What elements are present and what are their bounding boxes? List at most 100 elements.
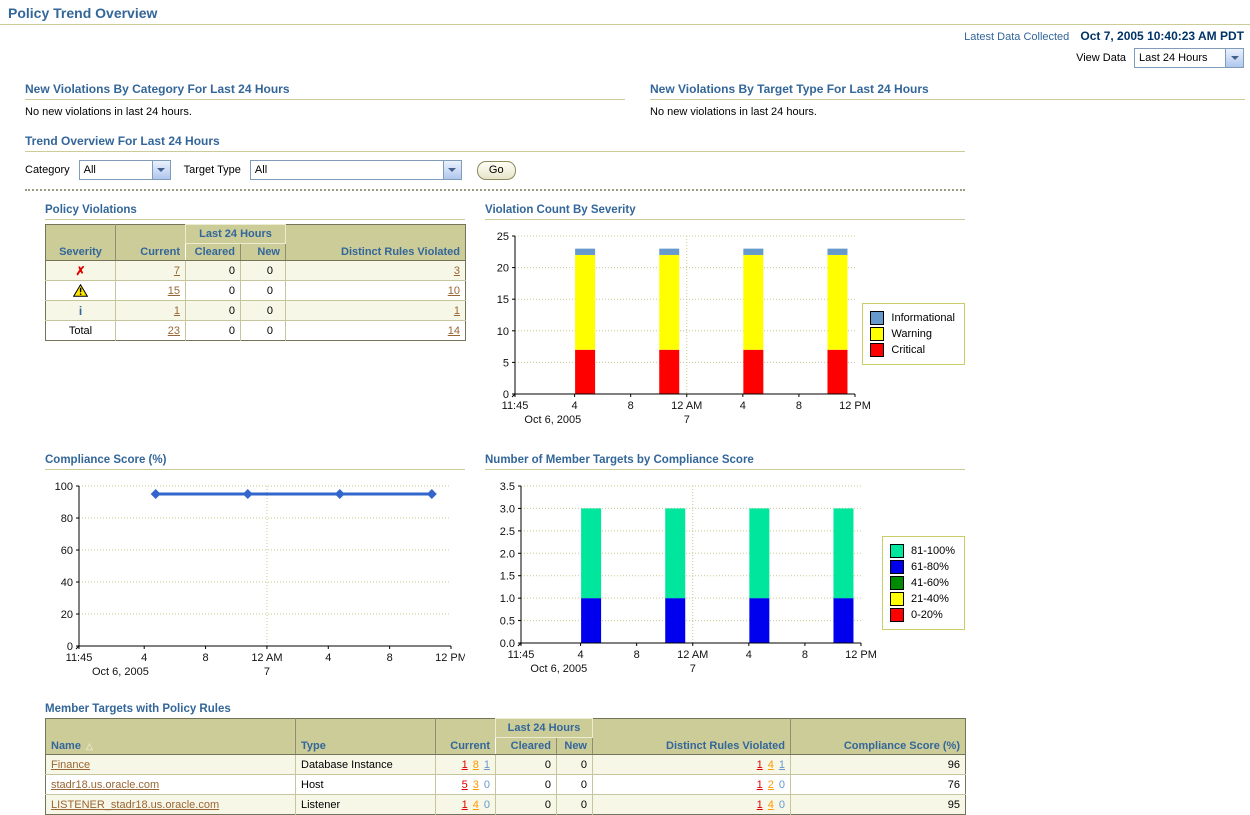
member-target-row: stadr18.us.oracle.comHost5300012076: [46, 775, 966, 795]
distinct-rules-link[interactable]: 1: [757, 779, 763, 791]
new-count: 0: [581, 759, 587, 771]
distinct-rules-link[interactable]: 10: [448, 285, 460, 297]
new-count: 0: [581, 799, 587, 811]
legend-item: Warning: [870, 327, 955, 341]
by-category-empty-text: No new violations in last 24 hours.: [25, 100, 625, 118]
legend-swatch: [870, 343, 884, 357]
current-violation-count-link[interactable]: 3: [473, 779, 479, 791]
distinct-rules-link[interactable]: 14: [448, 325, 460, 337]
legend-label: 41-60%: [911, 577, 949, 589]
category-select[interactable]: All: [79, 160, 171, 180]
target-name-link[interactable]: stadr18.us.oracle.com: [51, 779, 159, 791]
current-violation-count-link[interactable]: 5: [462, 779, 468, 791]
target-name-link[interactable]: Finance: [51, 759, 90, 771]
column-header-current[interactable]: Current: [436, 719, 496, 755]
column-header-new[interactable]: New: [557, 738, 593, 755]
distinct-rules-link[interactable]: 1: [779, 759, 785, 771]
current-violation-count-link[interactable]: 4: [473, 799, 479, 811]
distinct-rules-link[interactable]: 1: [454, 305, 460, 317]
trend-filter-row: Category All Target Type All Go: [25, 152, 965, 189]
distinct-rules-link[interactable]: 4: [768, 759, 774, 771]
column-header-current: Current: [116, 225, 186, 261]
target-name-link[interactable]: LISTENER_stadr18.us.oracle.com: [51, 799, 219, 811]
svg-text:7: 7: [264, 666, 270, 678]
legend-label: 81-100%: [911, 545, 955, 557]
policy-violations-panel: Policy Violations Severity Current Last …: [45, 204, 465, 441]
cleared-count: 0: [545, 759, 551, 771]
charts-row-1: Policy Violations Severity Current Last …: [45, 204, 965, 441]
svg-text:12 AM: 12 AM: [251, 652, 282, 664]
current-violation-count-link[interactable]: 1: [462, 799, 468, 811]
cleared-count: 0: [229, 285, 235, 297]
svg-text:8: 8: [387, 652, 393, 664]
distinct-rules-link[interactable]: 4: [768, 799, 774, 811]
distinct-rules-link[interactable]: 2: [768, 779, 774, 791]
target-type-label: Target Type: [184, 164, 241, 176]
current-violation-count-link[interactable]: 8: [473, 759, 479, 771]
legend-swatch: [890, 576, 904, 590]
new-count: 0: [581, 779, 587, 791]
new-violations-row: New Violations By Category For Last 24 H…: [25, 82, 1250, 118]
legend-label: 21-40%: [911, 593, 949, 605]
legend-swatch: [890, 608, 904, 622]
current-count-link[interactable]: 1: [174, 305, 180, 317]
compliance-chart-panel: Compliance Score (%) 02040608010011:4548…: [45, 454, 465, 693]
legend-swatch: [870, 327, 884, 341]
column-header-distinct-rules[interactable]: Distinct Rules Violated: [593, 719, 791, 755]
view-data-select[interactable]: Last 24 Hours: [1134, 48, 1244, 68]
distinct-rules-link[interactable]: 1: [757, 799, 763, 811]
target-type-select[interactable]: All: [250, 160, 462, 180]
targets-chart-panel: Number of Member Targets by Compliance S…: [485, 454, 965, 693]
sort-ascending-icon: △: [86, 741, 93, 751]
current-count-link[interactable]: 23: [168, 325, 180, 337]
category-selected-value: All: [80, 164, 100, 176]
svg-text:20: 20: [61, 609, 73, 621]
chevron-down-icon: [443, 161, 461, 179]
by-target-type-empty-text: No new violations in last 24 hours.: [650, 100, 1245, 118]
chevron-down-icon: [1225, 49, 1243, 67]
svg-text:3.5: 3.5: [500, 481, 515, 493]
view-data-selected-value: Last 24 Hours: [1135, 52, 1211, 64]
chart-canvas: 02040608010011:454812 AM4812 PMOct 6, 20…: [45, 474, 465, 690]
target-type: Host: [301, 779, 324, 791]
go-button[interactable]: Go: [477, 161, 516, 180]
distinct-rules-link[interactable]: 3: [454, 265, 460, 277]
target-type: Listener: [301, 799, 340, 811]
info-icon: i: [79, 304, 82, 318]
column-header-name[interactable]: Name△: [46, 719, 296, 755]
policy-violations-row: i1001: [46, 301, 466, 321]
column-header-type[interactable]: Type: [296, 719, 436, 755]
svg-text:4: 4: [572, 400, 578, 412]
column-header-distinct-rules: Distinct Rules Violated: [286, 225, 466, 261]
legend-item: 0-20%: [890, 608, 955, 622]
member-targets-panel: Member Targets with Policy Rules Name△ T…: [45, 703, 965, 815]
current-count-link[interactable]: 7: [174, 265, 180, 277]
svg-text:4: 4: [746, 649, 752, 661]
svg-text:20: 20: [497, 263, 509, 275]
span-header-last-24-hours: Last 24 Hours: [186, 225, 286, 244]
legend-label: 0-20%: [911, 609, 943, 621]
policy-violations-title: Policy Violations: [45, 204, 465, 220]
section-trend-overview: Trend Overview For Last 24 Hours Categor…: [25, 134, 965, 191]
compliance-score: 95: [948, 799, 960, 811]
svg-text:2.0: 2.0: [500, 548, 515, 560]
distinct-rules-link[interactable]: 1: [757, 759, 763, 771]
svg-text:11:45: 11:45: [66, 652, 93, 664]
cleared-count: 0: [229, 305, 235, 317]
current-violation-count-link[interactable]: 1: [484, 759, 490, 771]
column-header-new: New: [241, 244, 286, 261]
current-violation-count-link[interactable]: 1: [462, 759, 468, 771]
column-header-compliance-score[interactable]: Compliance Score (%): [791, 719, 966, 755]
section-by-target-type: New Violations By Target Type For Last 2…: [650, 82, 1245, 118]
current-count-link[interactable]: 15: [168, 285, 180, 297]
latest-data-collected-value: Oct 7, 2005 10:40:23 AM PDT: [1080, 29, 1244, 43]
svg-text:60: 60: [61, 545, 73, 557]
column-header-cleared[interactable]: Cleared: [496, 738, 557, 755]
distinct-rules-link: 0: [779, 779, 785, 791]
svg-text:8: 8: [202, 652, 208, 664]
member-targets-title: Member Targets with Policy Rules: [45, 703, 965, 715]
collection-meta: Latest Data Collected Oct 7, 2005 10:40:…: [0, 25, 1250, 68]
member-target-row: FinanceDatabase Instance1810014196: [46, 755, 966, 775]
warning-icon: [73, 284, 88, 297]
svg-text:8: 8: [634, 649, 640, 661]
